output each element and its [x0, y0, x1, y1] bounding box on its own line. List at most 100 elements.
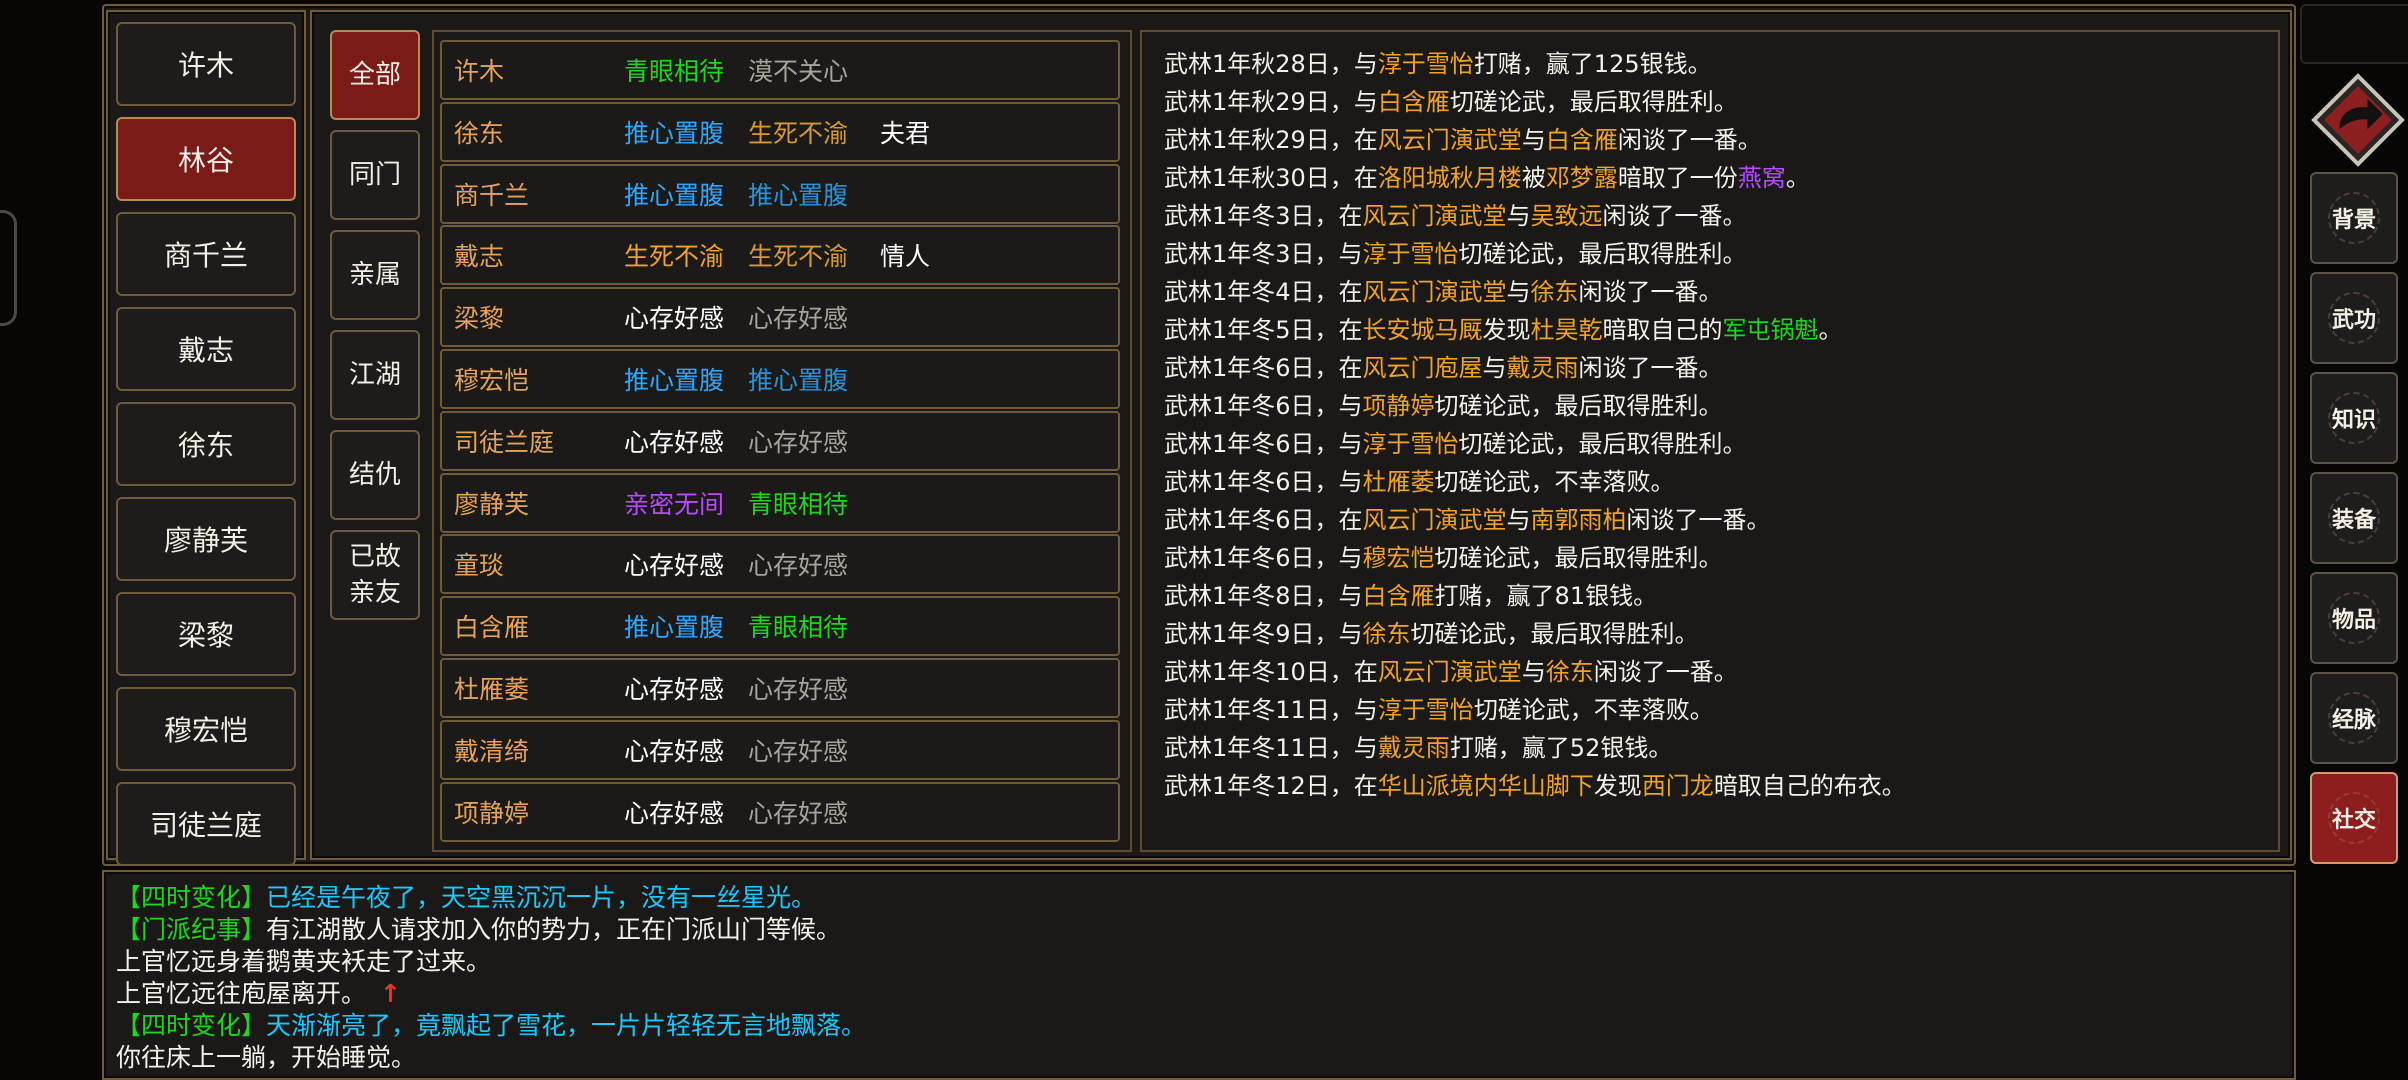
log-segment: 暗取了一份 — [1617, 164, 1738, 192]
side-menu-button[interactable]: 背景 — [2310, 172, 2398, 264]
log-segment: 徐东 — [1530, 278, 1579, 306]
side-menu-label: 物品 — [2331, 608, 2376, 633]
log-entry: 武林1年冬6日，在风云门庖屋与戴灵雨闲谈了一番。 — [1164, 348, 1723, 383]
relation-row[interactable]: 许木 青眼相待 漠不关心 — [440, 40, 1120, 100]
log-segment: 邓梦露 — [1545, 164, 1618, 192]
log-segment: 武林1年冬5日，在 — [1164, 316, 1363, 344]
log-segment: 风云门演武堂 — [1362, 506, 1507, 534]
side-menu-button[interactable]: 经脉 — [2310, 672, 2398, 764]
log-entry: 武林1年冬11日，与淳于雪怡切磋论武，不幸落败。 — [1164, 690, 1714, 725]
log-segment: 杜雁萎 — [1362, 468, 1435, 496]
relation-row[interactable]: 项静婷 心存好感 心存好感 — [440, 781, 1120, 842]
category-tab[interactable]: 亲属 — [330, 230, 420, 320]
relation-level: 心存好感 — [624, 675, 725, 704]
log-entry: 武林1年冬3日，与淳于雪怡切磋论武，最后取得胜利。 — [1164, 234, 1747, 269]
log-segment: 打赌，赢了125银钱。 — [1473, 50, 1712, 78]
side-menu-button[interactable]: 武功 — [2310, 272, 2398, 364]
relation-name: 戴清绮 — [454, 736, 530, 766]
left-edge-ornament — [0, 210, 17, 326]
character-button[interactable]: 商千兰 — [116, 212, 296, 296]
log-segment: 。 — [1818, 316, 1843, 344]
log-segment: 武林1年冬10日，在 — [1164, 658, 1378, 686]
side-menu-button[interactable]: 装备 — [2310, 472, 2398, 564]
relation-row[interactable]: 白含雁 推心置腹 青眼相待 — [440, 596, 1120, 657]
message-segment: 上官忆远身着鹅黄夹袄走了过来。 — [116, 947, 492, 976]
category-tab[interactable]: 结仇 — [330, 430, 420, 520]
log-entry: 武林1年冬6日，与杜雁萎切磋论武，不幸落败。 — [1164, 462, 1675, 497]
log-segment: 白含雁 — [1545, 126, 1618, 154]
log-segment: 燕窝 — [1737, 164, 1786, 192]
relation-level-other: 心存好感 — [748, 675, 849, 704]
back-button[interactable] — [2310, 72, 2406, 168]
relation-level: 推心置腹 — [624, 180, 725, 210]
relation-row[interactable]: 徐东 推心置腹 生死不渝 夫君 — [440, 101, 1120, 162]
log-segment: 切磋论武，最后取得胜利。 — [1434, 544, 1723, 572]
relation-level: 生死不渝 — [624, 242, 725, 272]
relation-row[interactable]: 杜雁萎 心存好感 心存好感 — [440, 658, 1120, 718]
message-segment: 天渐渐亮了，竟飘起了雪花，一片片轻轻无言地飘落。 — [266, 1011, 867, 1040]
relation-level: 推心置腹 — [624, 118, 725, 148]
log-segment: 武林1年冬6日，与 — [1164, 544, 1363, 572]
log-segment: 与 — [1506, 506, 1531, 534]
relation-row[interactable]: 廖静芙 亲密无间 青眼相待 — [440, 472, 1120, 533]
log-segment: 武林1年冬12日，在 — [1164, 772, 1378, 800]
character-button[interactable]: 穆宏恺 — [116, 687, 296, 771]
character-name: 许木 — [177, 49, 234, 82]
character-button[interactable]: 徐东 — [116, 402, 296, 486]
relation-row[interactable]: 穆宏恺 推心置腹 推心置腹 — [440, 349, 1120, 409]
message-segment: 有江湖散人请求加入你的势力，正在门派山门等候。 — [266, 915, 842, 944]
message-line: 【四时变化】已经是午夜了，天空黑沉沉一片，没有一丝星光。 — [116, 878, 816, 914]
character-name: 林谷 — [177, 144, 234, 177]
relation-row[interactable]: 梁黎 心存好感 心存好感 — [440, 287, 1120, 348]
log-segment: 暗取自己的 — [1602, 316, 1723, 344]
log-entry: 武林1年秋30日，在洛阳城秋月楼被邓梦露暗取了一份燕窝。 — [1164, 158, 1810, 193]
log-entry: 武林1年冬9日，与徐东切磋论武，最后取得胜利。 — [1164, 614, 1699, 649]
relation-row[interactable]: 商千兰 推心置腹 推心置腹 — [440, 163, 1120, 224]
side-menu-label: 经脉 — [2331, 708, 2376, 733]
character-button[interactable]: 廖静芙 — [116, 497, 296, 581]
relation-level-other: 青眼相待 — [748, 489, 849, 519]
relation-level-other: 推心置腹 — [748, 180, 849, 210]
relation-row[interactable]: 司徒兰庭 心存好感 心存好感 — [440, 410, 1120, 471]
character-button[interactable]: 司徒兰庭 — [116, 782, 296, 866]
log-segment: 武林1年秋30日，在 — [1164, 164, 1378, 192]
category-tab[interactable]: 全部 — [330, 30, 420, 120]
category-tab[interactable]: 江湖 — [330, 330, 420, 420]
log-segment: 与 — [1521, 126, 1546, 154]
character-button[interactable]: 梁黎 — [116, 592, 296, 676]
character-button[interactable]: 戴志 — [116, 307, 296, 391]
relation-level-other: 心存好感 — [748, 798, 849, 828]
character-button[interactable]: 许木 — [116, 22, 296, 106]
log-segment: 武林1年冬9日，与 — [1164, 620, 1363, 648]
side-menu-button[interactable]: 知识 — [2310, 372, 2398, 464]
log-segment: 武林1年秋29日，在 — [1164, 126, 1378, 154]
log-segment: 武林1年冬6日，与 — [1164, 430, 1363, 458]
relation-row[interactable]: 童琰 心存好感 心存好感 — [440, 534, 1120, 595]
character-name: 司徒兰庭 — [149, 809, 262, 842]
log-segment: 武林1年冬3日，在 — [1164, 202, 1363, 230]
relation-tag: 夫君 — [880, 118, 931, 148]
relation-row[interactable]: 戴志 生死不渝 生死不渝 情人 — [440, 225, 1120, 286]
relation-row[interactable]: 戴清绮 心存好感 心存好感 — [440, 719, 1120, 780]
log-entry: 武林1年秋29日，在风云门演武堂与白含雁闲谈了一番。 — [1164, 120, 1762, 155]
relation-level: 亲密无间 — [624, 489, 725, 519]
relation-name: 童琰 — [454, 551, 505, 581]
character-button[interactable]: 林谷 — [116, 117, 296, 201]
log-segment: 与 — [1482, 354, 1507, 382]
log-segment: 与 — [1506, 278, 1531, 306]
character-name: 廖静芙 — [163, 524, 248, 557]
log-segment: 武林1年冬4日，在 — [1164, 278, 1363, 306]
log-segment: 切磋论武，最后取得胜利。 — [1449, 88, 1738, 116]
log-segment: 风云门演武堂 — [1377, 126, 1522, 154]
character-name: 徐东 — [177, 429, 234, 462]
log-segment: 徐东 — [1362, 620, 1411, 648]
relation-level-other: 生死不渝 — [748, 242, 849, 272]
log-segment: 武林1年冬6日，在 — [1164, 506, 1363, 534]
relation-name: 戴志 — [454, 242, 505, 272]
category-tab[interactable]: 同门 — [330, 130, 420, 220]
category-tab[interactable]: 已故亲友 — [330, 530, 420, 620]
side-menu-button[interactable]: 物品 — [2310, 572, 2398, 664]
category-label: 全部 — [348, 60, 401, 90]
message-segment: 已经是午夜了，天空黑沉沉一片，没有一丝星光。 — [266, 883, 817, 912]
side-menu-button[interactable]: 社交 — [2310, 772, 2398, 864]
